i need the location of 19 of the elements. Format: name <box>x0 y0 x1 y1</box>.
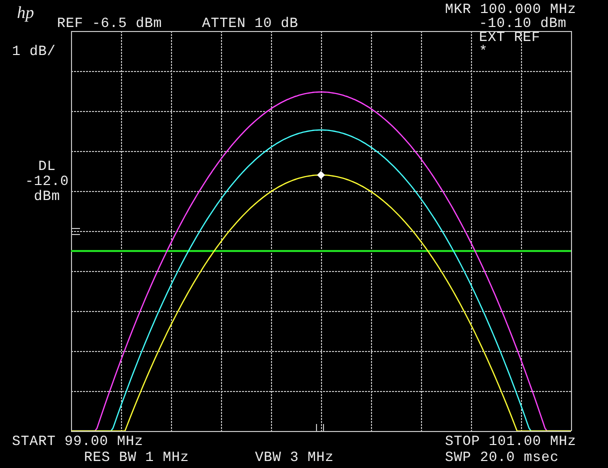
marker-frequency: MKR 100.000 MHz <box>445 3 576 17</box>
display-line-value: -12.0 <box>25 175 69 189</box>
display-line-label: DL <box>38 160 56 174</box>
logo: hp <box>17 4 34 21</box>
status-indicator-text: * <box>479 45 488 59</box>
center-tick-icon <box>316 424 324 432</box>
stop-frequency: STOP 101.00 MHz <box>445 435 576 449</box>
sweep-time: SWP 20.0 msec <box>445 451 559 465</box>
resolution-bandwidth: RES BW 1 MHz <box>84 451 190 465</box>
scale-label: 1 dB/ <box>12 45 56 59</box>
marker-icon <box>317 171 325 179</box>
display-line-tick-icon <box>70 228 80 235</box>
display-line-unit: dBm <box>34 190 60 204</box>
start-frequency: START 99.00 MHz <box>12 435 144 449</box>
attenuation: ATTEN 10 dB <box>202 17 298 31</box>
marker-amplitude: -10.10 dBm <box>479 17 567 31</box>
reference-level: REF -6.5 dBm <box>57 17 162 31</box>
video-bandwidth: VBW 3 MHz <box>255 451 334 465</box>
ext-ref-label: EXT REF <box>479 31 540 45</box>
